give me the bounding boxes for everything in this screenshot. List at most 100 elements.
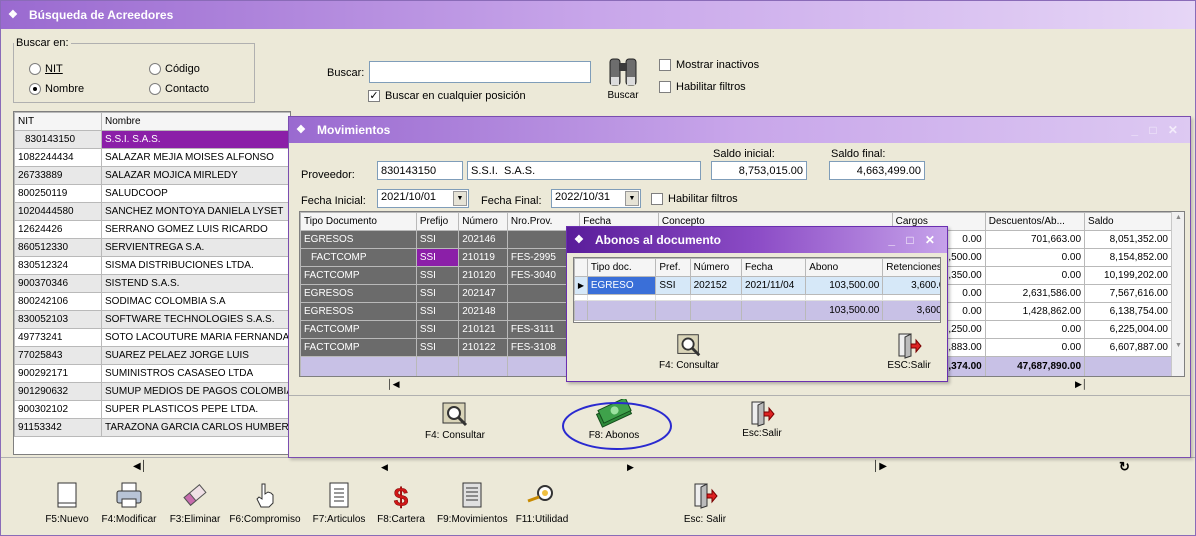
cell-nit[interactable]: 830512324	[14, 256, 102, 275]
mov-cell[interactable]: 0.00	[984, 248, 1086, 267]
cell-nombre[interactable]: SOFTWARE TECHNOLOGIES S.A.S.	[101, 310, 290, 329]
table-row[interactable]: 12624426 SERRANO GOMEZ LUIS RICARDO	[14, 220, 290, 239]
toolbar-button-f11-utilidad[interactable]: F11:Utilidad	[509, 481, 575, 525]
mov-col-0[interactable]: Tipo Documento	[300, 212, 417, 231]
mov-cell[interactable]: SSI	[415, 266, 460, 285]
fecha-final-dropdown-icon[interactable]: ▼	[625, 191, 639, 206]
mov-cell[interactable]: SSI	[415, 248, 460, 267]
cell-nombre[interactable]: SISMA DISTRIBUCIONES LTDA.	[101, 256, 290, 275]
toolbar-button-esc-salir[interactable]: Esc: Salir	[675, 481, 735, 525]
mov-cell[interactable]: FACTCOMP	[300, 338, 417, 357]
table-row[interactable]: ▶ EGRESO SSI 202152 2021/11/04 103,500.00 3,60…	[574, 276, 940, 295]
radio-nit-circle[interactable]	[29, 63, 41, 76]
table-row[interactable]: 1020444580 SANCHEZ MONTOYA DANIELA LYSET	[14, 202, 290, 221]
buscar-button[interactable]: Buscar	[603, 55, 643, 101]
mov-cell[interactable]: 210122	[458, 338, 508, 357]
col-nit[interactable]: NIT	[14, 112, 102, 131]
nav-first-icon[interactable]: ◀│	[133, 461, 147, 472]
table-row[interactable]: 26733889 SALAZAR MOJICA MIRLEDY	[14, 166, 290, 185]
mov-cell[interactable]: SSI	[415, 320, 460, 339]
abonos-col-4[interactable]: Abono	[805, 258, 884, 277]
radio-contacto-circle[interactable]	[149, 83, 161, 96]
mov-salir-button[interactable]: Esc:Salir	[732, 399, 792, 439]
abonos-col-2[interactable]: Número	[689, 258, 742, 277]
mov-habilitar-filtros-check[interactable]	[651, 193, 663, 206]
cell-nombre[interactable]: S.S.I. S.A.S.	[101, 130, 290, 149]
table-row[interactable]: 830052103 SOFTWARE TECHNOLOGIES S.A.S.	[14, 310, 290, 329]
mov-cell[interactable]: 210119	[458, 248, 508, 267]
table-row[interactable]: 91153342 TARAZONA GARCIA CARLOS HUMBER	[14, 418, 290, 437]
mov-cell[interactable]: 210121	[458, 320, 508, 339]
mov-cell[interactable]: 701,663.00	[984, 230, 1086, 249]
cell-nit[interactable]: 830143150	[14, 130, 102, 149]
mov-col-1[interactable]: Prefijo	[415, 212, 460, 231]
table-row[interactable]: 830143150 S.S.I. S.A.S.	[14, 130, 290, 149]
abonos-cell[interactable]: 202152	[689, 276, 742, 295]
mov-cell[interactable]: 1,428,862.00	[984, 302, 1086, 321]
cell-nit[interactable]: 1020444580	[14, 202, 102, 221]
mov-cell[interactable]: 6,607,887.00	[1084, 338, 1172, 357]
mov-cell[interactable]: 0.00	[984, 320, 1086, 339]
mov-cell[interactable]: 10,199,202.00	[1084, 266, 1172, 285]
mov-cell[interactable]: SSI	[415, 338, 460, 357]
radio-contacto[interactable]: Contacto	[149, 83, 209, 96]
cell-nit[interactable]: 830052103	[14, 310, 102, 329]
cell-nit[interactable]: 49773241	[14, 328, 102, 347]
toolbar-button-f8-cartera[interactable]: $ F8:Cartera	[371, 481, 431, 525]
mostrar-inactivos-check[interactable]	[659, 59, 671, 72]
cell-nit[interactable]: 900292171	[14, 364, 102, 383]
mov-cell[interactable]: FACTCOMP	[300, 320, 417, 339]
cell-nombre[interactable]: SOTO LACOUTURE MARIA FERNANDA	[101, 328, 290, 347]
mov-cell[interactable]: 202147	[458, 284, 508, 303]
mov-cell[interactable]: EGRESOS	[300, 302, 417, 321]
cell-nombre[interactable]: SUAREZ PELAEZ JORGE LUIS	[101, 346, 290, 365]
table-row[interactable]: 900292171 SUMINISTROS CASASEO LTDA	[14, 364, 290, 383]
mov-col-8[interactable]: Saldo	[1084, 212, 1172, 231]
col-nombre[interactable]: Nombre	[101, 112, 290, 131]
scroll-down-icon[interactable]: ▼	[1175, 342, 1182, 349]
table-row[interactable]: 900370346 SISTEND S.A.S.	[14, 274, 290, 293]
mov-col-7[interactable]: Descuentos/Ab...	[984, 212, 1086, 231]
table-row[interactable]: 49773241 SOTO LACOUTURE MARIA FERNANDA	[14, 328, 290, 347]
movimientos-window-controls[interactable]: _ □ ✕	[1131, 117, 1182, 143]
toolbar-button-f9-movimientos[interactable]: F9:Movimientos	[437, 481, 508, 525]
abonos-salir-button[interactable]: ESC:Salir	[877, 331, 941, 371]
cell-nombre[interactable]: TARAZONA GARCIA CARLOS HUMBER	[101, 418, 290, 437]
mov-cell[interactable]: FACTCOMP	[300, 266, 417, 285]
mov-cell[interactable]: EGRESOS	[300, 230, 417, 249]
fecha-inicial-picker[interactable]: 2021/10/01 ▼	[377, 189, 469, 208]
abonos-cell[interactable]: 2021/11/04	[740, 276, 807, 295]
radio-nombre-circle[interactable]	[29, 83, 41, 96]
cell-nit[interactable]: 900302102	[14, 400, 102, 419]
mov-cell[interactable]: SSI	[415, 302, 460, 321]
mov-cell[interactable]: 8,154,852.00	[1084, 248, 1172, 267]
abonos-cell[interactable]: 3,600.00	[882, 276, 940, 295]
cell-nombre[interactable]: SANCHEZ MONTOYA DANIELA LYSET	[101, 202, 290, 221]
search-input[interactable]	[369, 61, 591, 83]
mov-cell[interactable]: 6,138,754.00	[1084, 302, 1172, 321]
any-position-checkbox[interactable]: ✓ Buscar en cualquier posición	[368, 90, 526, 103]
cell-nit[interactable]: 26733889	[14, 166, 102, 185]
cell-nombre[interactable]: SALAZAR MEJIA MOISES ALFONSO	[101, 148, 290, 167]
radio-nombre[interactable]: Nombre	[29, 83, 84, 96]
mov-cell[interactable]: FACTCOMP	[300, 248, 417, 267]
habilitar-filtros-check[interactable]	[659, 81, 671, 94]
mov-cell[interactable]: SSI	[415, 284, 460, 303]
abonos-cell[interactable]: SSI	[655, 276, 691, 295]
mostrar-inactivos-checkbox[interactable]: Mostrar inactivos	[659, 59, 759, 72]
abonos-window-controls[interactable]: _ □ ✕	[888, 227, 939, 253]
mov-cell[interactable]: SSI	[415, 230, 460, 249]
mov-cell[interactable]: 8,051,352.00	[1084, 230, 1172, 249]
mov-cell[interactable]: 0.00	[984, 338, 1086, 357]
table-row[interactable]: 860512330 SERVIENTREGA S.A.	[14, 238, 290, 257]
mov-cell[interactable]: 202148	[458, 302, 508, 321]
fecha-inicial-dropdown-icon[interactable]: ▼	[453, 191, 467, 206]
cell-nit[interactable]: 860512330	[14, 238, 102, 257]
abonos-cell[interactable]: 103,500.00	[805, 276, 884, 295]
cell-nit[interactable]: 1082244434	[14, 148, 102, 167]
cell-nombre[interactable]: SERRANO GOMEZ LUIS RICARDO	[101, 220, 290, 239]
cell-nit[interactable]: 900370346	[14, 274, 102, 293]
table-row[interactable]: 1082244434 SALAZAR MEJIA MOISES ALFONSO	[14, 148, 290, 167]
toolbar-button-f4-modificar[interactable]: F4:Modificar	[99, 481, 159, 525]
mov-nav-first-icon[interactable]: │◀	[387, 379, 400, 390]
